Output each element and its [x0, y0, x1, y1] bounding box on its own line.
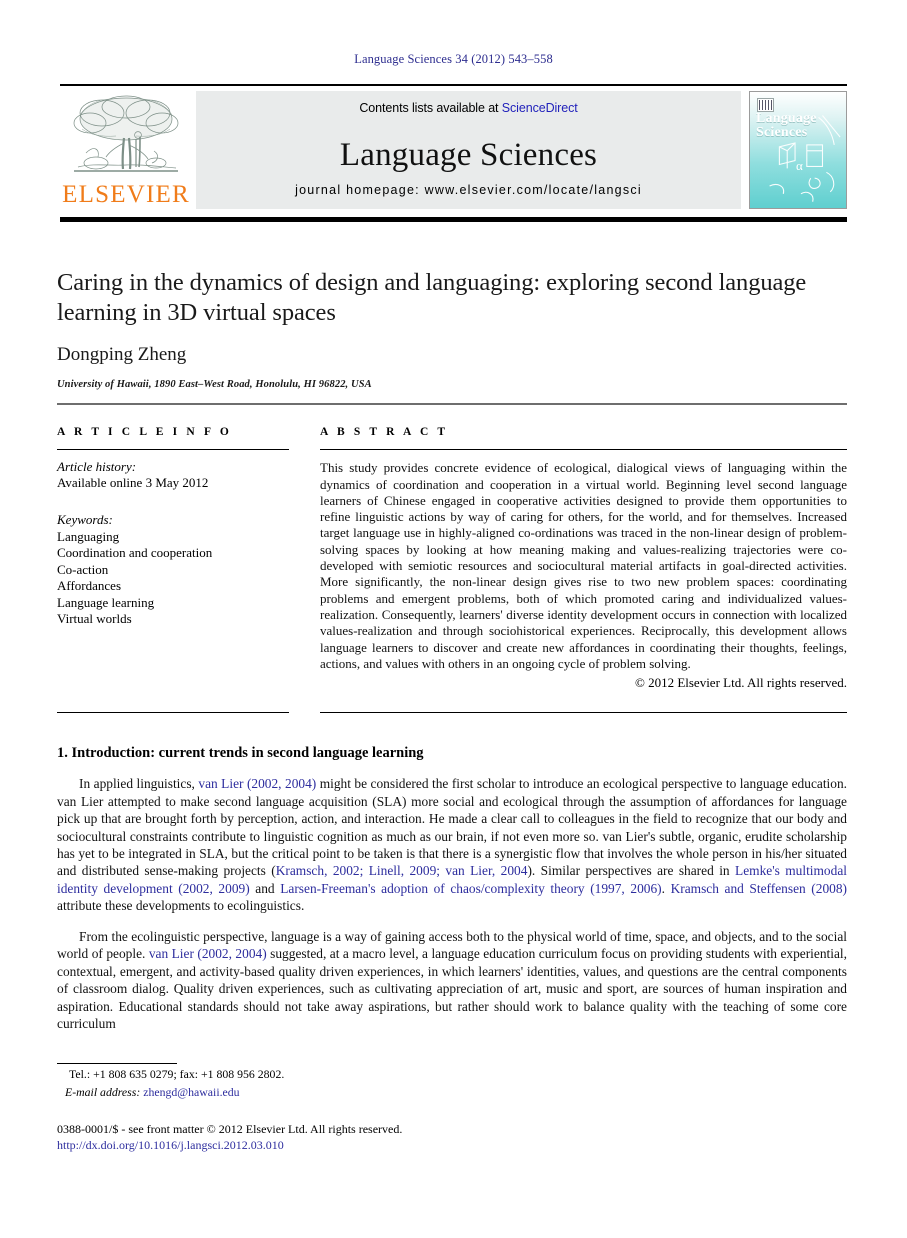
elsevier-tree-icon [73, 95, 179, 172]
citation-link[interactable]: Larsen-Freeman's adoption of chaos/compl… [280, 881, 661, 896]
citation-link[interactable]: Kramsch, 2002; Linell, 2009; van Lier, 2… [276, 863, 528, 878]
email-label: E-mail address: [65, 1085, 141, 1100]
journal-panel: Contents lists available at ScienceDirec… [196, 91, 741, 209]
page-title: Caring in the dynamics of design and lan… [57, 269, 807, 326]
article-info-heading: A R T I C L E I N F O [57, 426, 232, 438]
abstract-column: A B S T R A C T This study provides conc… [320, 426, 847, 691]
keywords-label: Keywords: [57, 512, 113, 528]
p1-t6: attribute these developments to ecolingu… [57, 898, 305, 914]
citation-link[interactable]: Kramsch and Steffensen (2008) [671, 881, 847, 896]
journal-masthead: ELSEVIER Contents lists available at Sci… [60, 84, 847, 222]
journal-cover-thumbnail[interactable]: Language Sciences α [749, 91, 847, 209]
body-content: 1. Introduction: current trends in secon… [57, 745, 847, 1046]
article-history-value: Available online 3 May 2012 [57, 475, 209, 491]
paragraph-2: From the ecolinguistic perspective, lang… [57, 928, 847, 1032]
title-block: Caring in the dynamics of design and lan… [57, 268, 847, 390]
article-history-label: Article history: [57, 459, 137, 475]
masthead-top-rule [60, 84, 847, 86]
issn-line: 0388-0001/$ - see front matter © 2012 El… [57, 1122, 403, 1136]
p1-t1: In applied linguistics, [79, 776, 199, 792]
email-link[interactable]: zhengd@hawaii.edu [143, 1085, 239, 1099]
abstract-bottom-rule [320, 712, 847, 714]
paragraph-1: In applied linguistics, van Lier (2002, … [57, 775, 847, 914]
colophon-block: 0388-0001/$ - see front matter © 2012 El… [57, 1122, 557, 1153]
footnote-email: E-mail address: zhengd@hawaii.edu [57, 1085, 477, 1100]
abstract-rule [320, 449, 847, 451]
masthead-bottom-rule [60, 217, 847, 222]
author-name: Dongping Zheng [57, 344, 187, 365]
p1-t4: and [249, 880, 281, 896]
contents-lists-line: Contents lists available at ScienceDirec… [359, 101, 577, 115]
article-info-bottom-rule [57, 712, 289, 714]
footnote-rule [57, 1063, 177, 1065]
elsevier-logo: ELSEVIER [60, 91, 192, 209]
sciencedirect-link[interactable]: ScienceDirect [502, 101, 578, 115]
cover-decoration-icon [769, 115, 841, 202]
contents-prefix: Contents lists available at [359, 101, 502, 115]
journal-title: Language Sciences [339, 137, 598, 173]
article-info-column: A R T I C L E I N F O Article history: A… [57, 426, 289, 628]
keywords-list: Keywords: Languaging Coordination and co… [57, 512, 289, 628]
keyword-item: Co-action [57, 561, 109, 577]
footnote-tel: Tel.: +1 808 635 0279; fax: +1 808 956 2… [69, 1067, 285, 1082]
abstract-text: This study provides concrete evidence of… [320, 460, 847, 671]
footnote-block: Tel.: +1 808 635 0279; fax: +1 808 956 2… [57, 1063, 477, 1100]
keyword-item: Coordination and cooperation [57, 545, 213, 561]
elsevier-wordmark: ELSEVIER [62, 181, 190, 208]
doi-link[interactable]: http://dx.doi.org/10.1016/j.langsci.2012… [57, 1138, 557, 1154]
author-affiliation: University of Hawaii, 1890 East–West Roa… [57, 379, 372, 390]
paper-page: Language Sciences 34 (2012) 543–558 ELSE… [0, 0, 907, 1238]
p1-t5: . [661, 880, 671, 896]
article-info-rule [57, 449, 289, 451]
citation-link[interactable]: van Lier (2002, 2004) [198, 776, 316, 791]
journal-homepage[interactable]: journal homepage: www.elsevier.com/locat… [196, 183, 741, 197]
keyword-item: Virtual worlds [57, 611, 132, 627]
keyword-item: Language learning [57, 594, 155, 610]
abstract-copyright: © 2012 Elsevier Ltd. All rights reserved… [634, 675, 847, 691]
cover-alpha-glyph: α [796, 158, 803, 173]
running-head: Language Sciences 34 (2012) 543–558 [354, 52, 553, 66]
title-separator-rule [57, 403, 847, 405]
article-history: Article history: Available online 3 May … [57, 459, 289, 491]
abstract-heading: A B S T R A C T [320, 426, 449, 438]
citation-link[interactable]: van Lier (2002, 2004) [149, 946, 267, 961]
keyword-item: Languaging [57, 528, 120, 544]
section-heading: 1. Introduction: current trends in secon… [57, 745, 424, 761]
p1-t3: ). Similar perspectives are shared in [527, 863, 736, 879]
keyword-item: Affordances [57, 578, 122, 594]
